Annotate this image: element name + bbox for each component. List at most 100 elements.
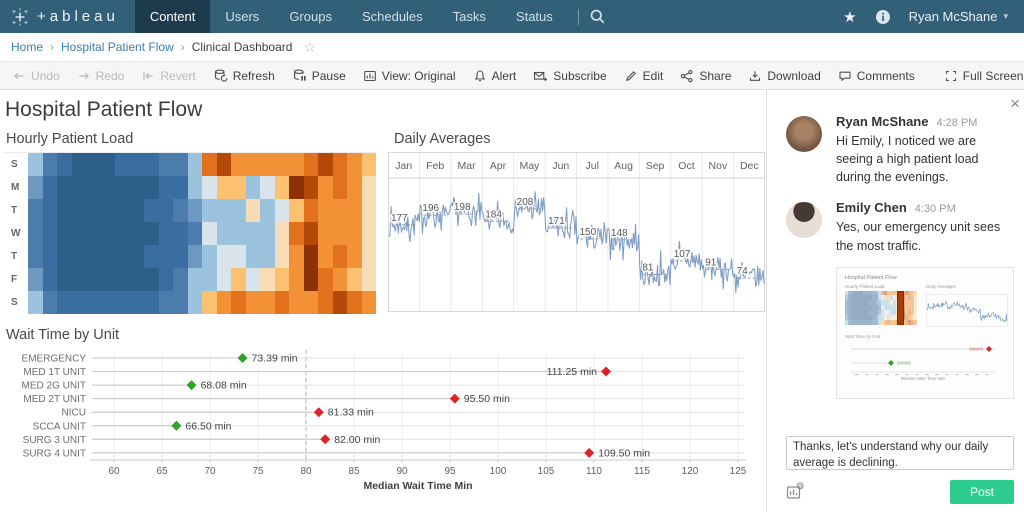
daily-averages-title: Daily Averages [394,131,766,147]
redo-arrow-icon [77,69,91,83]
breadcrumb-current-view: Clinical Dashboard [192,40,293,54]
comments-button[interactable]: Comments [838,69,915,83]
close-icon[interactable]: × [1010,94,1020,114]
comment-item: Emily Chen 4:30 PM Yes, our emergency uni… [767,200,1024,254]
breadcrumb-project[interactable]: Hospital Patient Flow [61,40,174,54]
pause-button[interactable]: Pause [292,68,346,83]
download-button[interactable]: Download [748,69,820,83]
chevron-down-icon: ▾ [1003,11,1008,22]
nav-tab-groups[interactable]: Groups [274,0,347,33]
attach-snapshot-button[interactable]: @ [786,482,804,503]
svg-text:68.08 min: 68.08 min [201,380,247,392]
svg-text:90: 90 [396,466,408,477]
svg-text:74: 74 [737,266,749,277]
snapshot-chart-icon: @ [786,482,804,500]
comment-item: Ryan McShane 4:28 PM Hi Emily, I noticed … [767,114,1024,186]
data-pause-icon [292,68,307,83]
svg-text:150: 150 [580,227,597,238]
refresh-button[interactable]: Refresh [213,68,275,83]
comment-input[interactable]: Thanks, let's understand why our daily a… [786,436,1014,470]
svg-text:111.25 min: 111.25 min [547,366,598,378]
revert-button[interactable]: Revert [141,69,195,83]
breadcrumb-home[interactable]: Home [11,40,43,54]
svg-text:82.00 min: 82.00 min [334,434,380,446]
comment-time: 4:30 PM [915,203,956,215]
heatmap-day-labels: SMTWTFS [4,153,28,314]
svg-text:Dec: Dec [740,160,759,172]
comment-author: Emily Chen [836,200,907,215]
revert-arrow-icon [141,69,155,83]
favorites-star-icon[interactable]: ★ [843,8,856,26]
tableau-logo: +ableau [0,7,135,27]
svg-text:148: 148 [611,228,628,239]
svg-text:60: 60 [108,466,120,477]
top-nav: +ableau Content Users Groups Schedules T… [0,0,1024,33]
view-chart-icon [363,69,377,83]
svg-text:MED 1T UNIT: MED 1T UNIT [23,367,86,378]
alert-button[interactable]: Alert [473,69,517,83]
thumbnail-wait-chart: Median Wait Time Min [845,341,1005,381]
svg-text:81: 81 [642,262,654,273]
bell-icon [473,69,487,83]
svg-text:65: 65 [156,466,168,477]
breadcrumb-separator: › [50,40,54,54]
wait-time-title: Wait Time by Unit [6,327,766,343]
svg-text:NICU: NICU [62,408,86,419]
post-button[interactable]: Post [950,480,1014,504]
nav-tab-schedules[interactable]: Schedules [347,0,438,33]
svg-text:SURG 4 UNIT: SURG 4 UNIT [23,448,86,459]
svg-text:73.39 min: 73.39 min [252,353,298,365]
subscribe-button[interactable]: Subscribe [533,69,606,83]
search-icon[interactable] [589,8,606,25]
svg-text:Oct: Oct [678,160,694,172]
wait-time-chart[interactable]: EMERGENCY73.39 minMED 1T UNIT111.25 minM… [4,348,766,498]
full-screen-button[interactable]: Full Screen [944,69,1024,83]
avatar [786,202,822,238]
svg-text:85: 85 [348,466,360,477]
share-button[interactable]: Share [680,69,731,83]
page-title: Hospital Patient Flow [5,98,766,122]
comment-text: Yes, our emergency unit sees the most tr… [836,218,1014,254]
svg-text:70: 70 [204,466,216,477]
breadcrumb-separator: › [181,40,185,54]
share-nodes-icon [680,69,694,83]
nav-tab-status[interactable]: Status [501,0,568,33]
redo-button[interactable]: Redo [77,69,125,83]
svg-text:Jan: Jan [395,160,412,172]
comment-author: Ryan McShane [836,114,928,129]
svg-text:105: 105 [538,466,555,477]
user-menu[interactable]: Ryan McShane ▾ [909,9,1008,24]
comments-panel: × Ryan McShane 4:28 PM Hi Emily, I notice… [766,90,1024,512]
svg-text:SCCA UNIT: SCCA UNIT [33,421,86,432]
svg-text:95.50 min: 95.50 min [464,393,510,405]
svg-text:Jul: Jul [585,160,598,172]
view-original-button[interactable]: View: Original [363,69,456,83]
nav-tab-content[interactable]: Content [135,0,211,33]
nav-tab-users[interactable]: Users [210,0,274,33]
comment-time: 4:28 PM [936,117,977,129]
svg-text:75: 75 [252,466,264,477]
comment-text: Hi Emily, I noticed we are seeing a high… [836,132,1014,186]
info-icon[interactable] [875,9,891,25]
envelope-plus-icon [533,69,548,83]
dashboard-snapshot-thumbnail[interactable]: Hospital Patient Flow Hourly Patient Loa… [836,267,1014,399]
nav-tab-tasks[interactable]: Tasks [438,0,501,33]
heatmap-title: Hourly Patient Load [6,131,378,147]
svg-text:110: 110 [586,466,602,477]
favorite-star-icon[interactable]: ☆ [303,39,316,56]
fullscreen-icon [944,69,958,83]
svg-text:Median Wait Time Min: Median Wait Time Min [363,480,472,492]
hourly-patient-load-heatmap[interactable] [28,153,376,314]
tableau-logo-icon [10,7,30,27]
svg-text:171: 171 [548,216,565,227]
edit-button[interactable]: Edit [624,69,664,83]
svg-text:177: 177 [391,213,408,224]
speech-bubble-icon [838,69,852,83]
undo-button[interactable]: Undo [12,69,60,83]
svg-text:Median Wait Time Min: Median Wait Time Min [901,376,946,381]
thumbnail-line-chart [926,291,1008,327]
thumbnail-title: Hospital Patient Flow [845,275,1005,281]
daily-averages-chart[interactable]: JanFebMarAprMayJunJulAugSepOctNovDec1771… [388,152,766,313]
svg-text:Feb: Feb [426,160,444,172]
thumbnail-highlight-bar [897,291,904,325]
